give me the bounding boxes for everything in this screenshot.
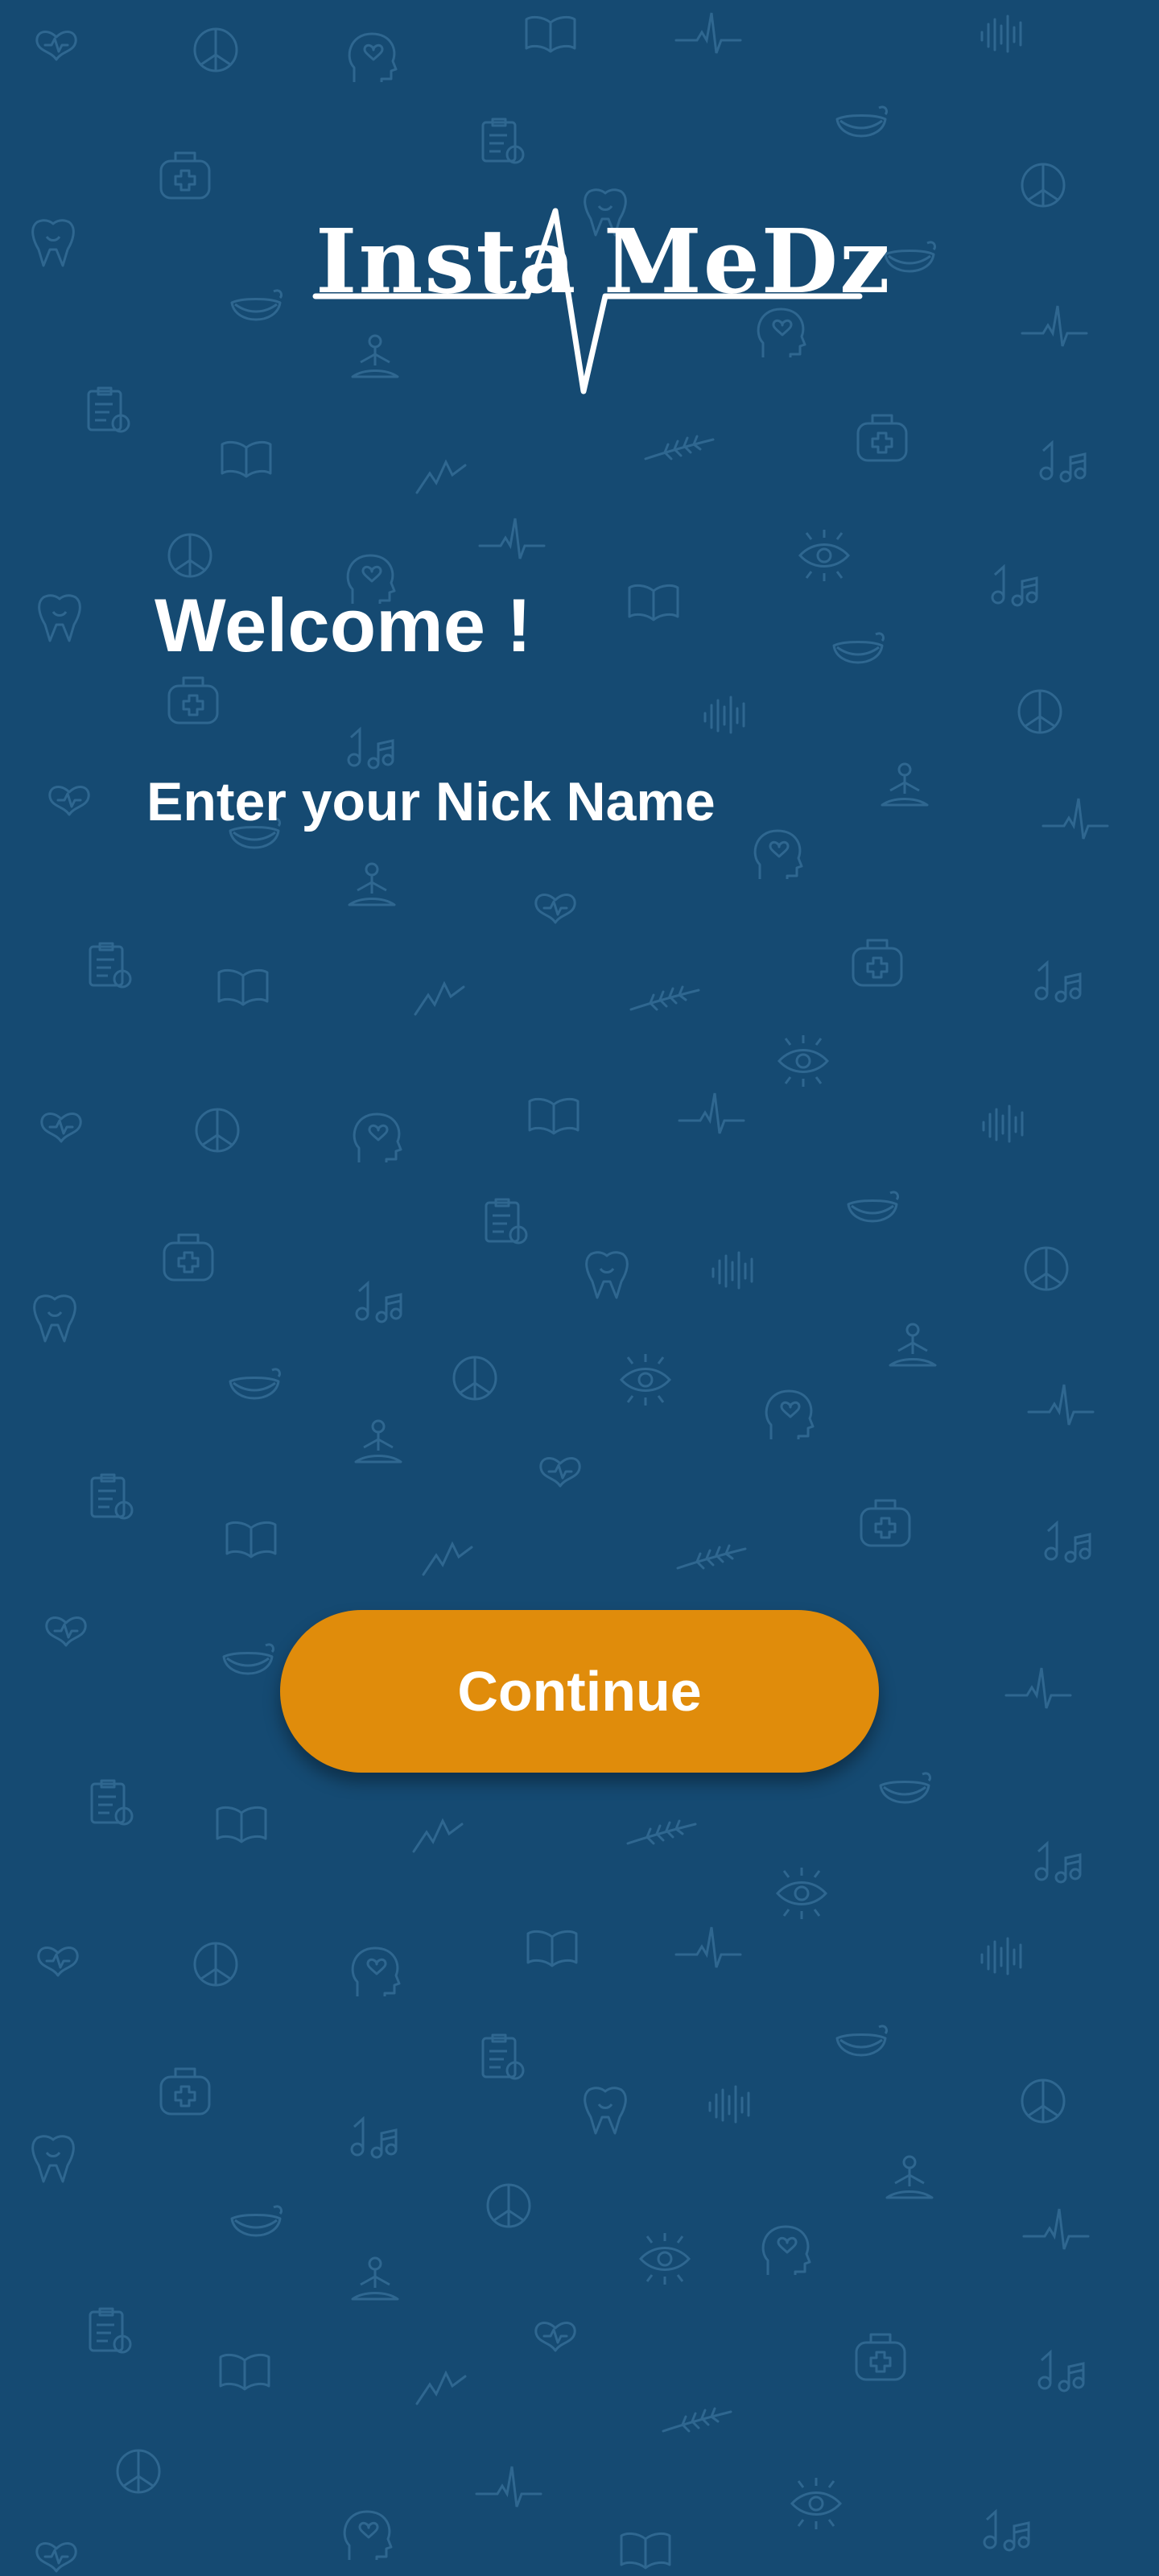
continue-button[interactable]: Continue xyxy=(280,1610,879,1773)
heartbeat-logo-icon xyxy=(312,208,863,394)
app-logo: Insta MeDz xyxy=(306,193,890,402)
welcome-title: Welcome ! xyxy=(155,583,532,667)
welcome-screen: Insta MeDz Welcome ! Enter your Nick Nam… xyxy=(0,0,1159,2576)
nickname-input[interactable] xyxy=(146,861,1016,950)
nickname-label: Enter your Nick Name xyxy=(146,771,716,832)
